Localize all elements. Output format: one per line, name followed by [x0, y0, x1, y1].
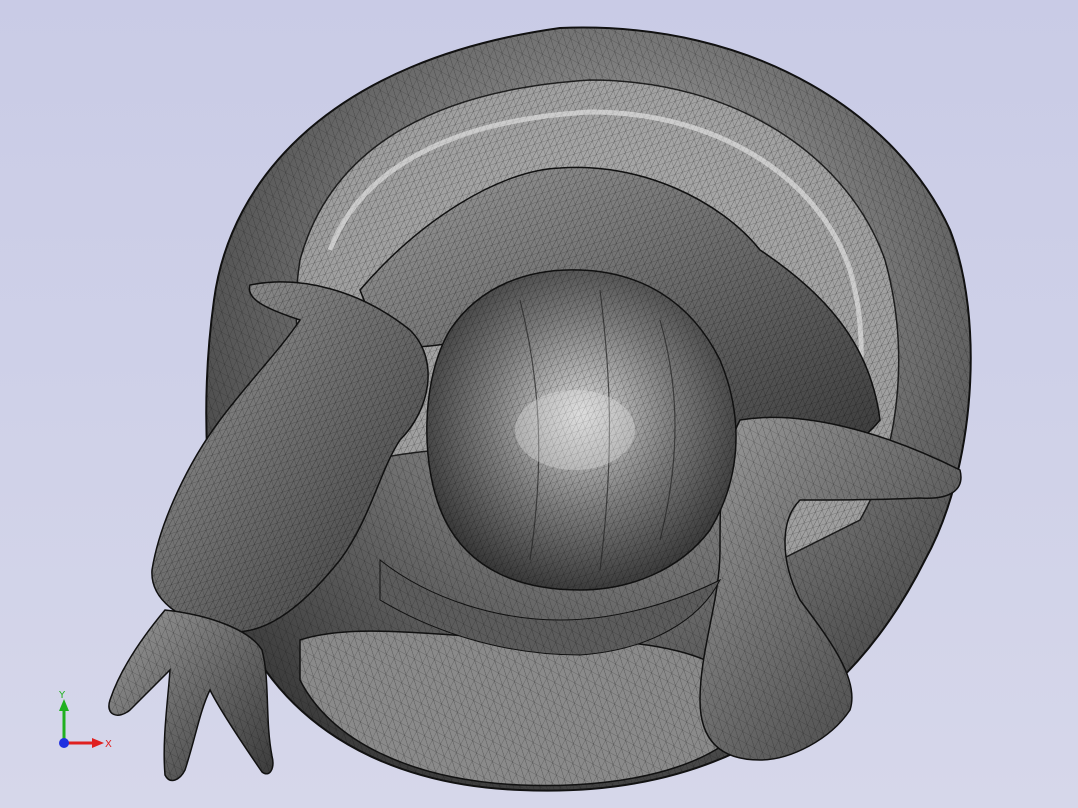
y-axis-label: Y [58, 690, 66, 701]
z-axis-dot [59, 738, 69, 748]
x-axis-arrow [92, 738, 104, 748]
graphics-viewport[interactable]: X Y [0, 0, 1078, 808]
axis-triad: X Y [58, 690, 112, 750]
head [426, 269, 737, 591]
x-axis-label: X [105, 739, 112, 750]
turtle-mesh-model[interactable] [0, 0, 1078, 808]
